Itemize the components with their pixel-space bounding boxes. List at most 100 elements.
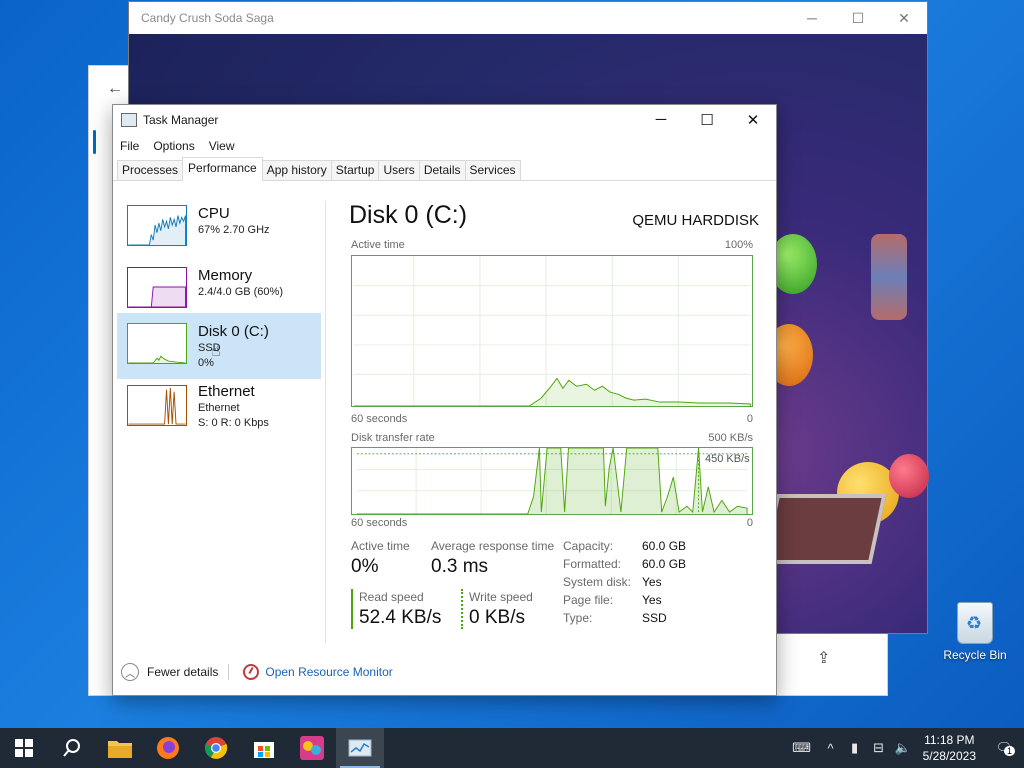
chevron-up-icon[interactable]: ︿ — [121, 663, 139, 681]
avg-response-label: Average response time — [431, 539, 555, 553]
folder-icon — [108, 741, 132, 758]
volume-muted-icon[interactable]: 🔈 — [891, 740, 915, 756]
resource-name: Memory — [198, 267, 253, 284]
prop-type-value: SSD — [642, 611, 667, 625]
menu-view[interactable]: View — [209, 139, 235, 153]
disk-model: QEMU HARDDISK — [632, 212, 759, 229]
maximize-button[interactable]: ☐ — [684, 111, 730, 129]
graph2-max: 500 KB/s — [708, 432, 753, 444]
resource-list: CPU 67% 2.70 GHz Memory 2.4/4.0 GB (60%)… — [117, 201, 323, 649]
notification-count: 1 — [1004, 746, 1016, 756]
maximize-button[interactable]: ☐ — [835, 10, 881, 27]
active-time-graph — [351, 255, 753, 407]
keyboard-icon[interactable]: ⌨ — [785, 740, 819, 756]
graph2-marker: 450 KB/s — [705, 453, 750, 465]
graph1-label: Active time — [351, 239, 405, 251]
search-button[interactable] — [48, 728, 96, 768]
clock-date: 5/28/2023 — [922, 749, 976, 763]
taskbar-store[interactable] — [240, 728, 288, 768]
resource-monitor-icon[interactable] — [243, 664, 260, 680]
nav-indicator — [93, 130, 96, 154]
search-icon — [63, 739, 80, 757]
windows-logo-icon — [15, 739, 33, 757]
close-button[interactable]: ✕ — [730, 111, 776, 129]
active-time-label: Active time — [351, 539, 410, 553]
tab-startup[interactable]: Startup — [330, 160, 380, 180]
resource-type: Ethernet — [198, 402, 240, 414]
menu-bar: File Options View — [113, 135, 776, 157]
clock[interactable]: 11:18 PM 5/28/2023 — [915, 732, 984, 764]
candy-crush-icon — [300, 736, 324, 760]
transfer-rate-graph — [351, 447, 753, 515]
taskbar: ⌨ ^ ▮ ⊟ 🔈 11:18 PM 5/28/2023 🗨 1 — [0, 728, 1024, 768]
active-time-value: 0% — [351, 556, 379, 577]
taskbar-firefox[interactable] — [144, 728, 192, 768]
network-icon[interactable]: ⊟ — [867, 740, 891, 756]
tab-users[interactable]: Users — [378, 160, 420, 180]
read-speed-value: 52.4 KB/s — [359, 607, 442, 628]
prop-system-disk-label: System disk: — [563, 575, 632, 589]
read-speed-label: Read speed — [359, 590, 424, 604]
footer-divider — [228, 664, 230, 680]
resource-name: CPU — [198, 205, 230, 222]
memory-thumbnail — [127, 267, 187, 308]
tab-app-history[interactable]: App history — [261, 160, 332, 180]
firefox-icon — [157, 737, 179, 759]
tab-strip: Processes Performance App history Startu… — [113, 157, 776, 181]
menu-options[interactable]: Options — [153, 139, 194, 153]
read-indicator — [351, 589, 353, 629]
graph1-time: 60 seconds — [351, 413, 408, 425]
start-button[interactable] — [0, 728, 48, 768]
taskbar-file-explorer[interactable] — [96, 728, 144, 768]
task-manager-icon — [121, 113, 137, 127]
task-manager-window[interactable]: Task Manager ─ ☐ ✕ File Options View Pro… — [112, 104, 777, 696]
close-button[interactable]: ✕ — [881, 10, 927, 27]
minimize-button[interactable]: ─ — [638, 111, 684, 129]
write-speed-value: 0 KB/s — [469, 607, 525, 628]
fewer-details-link[interactable]: Fewer details — [147, 665, 218, 679]
footer: ︿ Fewer details Open Resource Monitor — [121, 663, 393, 681]
graph2-label: Disk transfer rate — [351, 432, 435, 444]
resource-value: 67% 2.70 GHz — [198, 224, 270, 236]
chevron-up-icon[interactable]: ^ — [819, 741, 843, 756]
tab-details[interactable]: Details — [418, 160, 466, 180]
tm-title: Task Manager — [143, 113, 219, 127]
graph1-min: 0 — [746, 413, 753, 425]
store-icon — [254, 742, 274, 758]
recycle-bin-shortcut[interactable]: Recycle Bin — [942, 602, 1008, 662]
chrome-icon — [204, 737, 228, 759]
tm-title-bar[interactable]: Task Manager ─ ☐ ✕ — [113, 105, 776, 135]
tab-performance[interactable]: Performance — [182, 157, 263, 181]
tab-processes[interactable]: Processes — [117, 160, 184, 180]
tab-services[interactable]: Services — [464, 160, 521, 180]
menu-file[interactable]: File — [120, 139, 139, 153]
graph1-max: 100% — [724, 239, 753, 251]
candy-title-bar[interactable]: Candy Crush Soda Saga ─ ☐ ✕ — [129, 2, 927, 34]
detail-heading: Disk 0 (C:) — [349, 201, 468, 229]
resource-name: Disk 0 (C:) — [198, 323, 269, 340]
hourglass-icon — [871, 234, 907, 320]
avg-response-value: 0.3 ms — [431, 556, 489, 577]
resource-cpu[interactable]: CPU 67% 2.70 GHz — [117, 201, 321, 267]
taskbar-chrome[interactable] — [192, 728, 240, 768]
open-resource-monitor-link[interactable]: Open Resource Monitor — [265, 665, 392, 679]
prop-formatted-value: 60.0 GB — [642, 557, 687, 571]
prop-page-file-label: Page file: — [563, 593, 614, 607]
disk-thumbnail — [127, 323, 187, 364]
taskbar-candy-crush[interactable] — [288, 728, 336, 768]
resource-value: S: 0 R: 0 Kbps — [198, 417, 269, 429]
board-tile — [761, 494, 887, 564]
ethernet-thumbnail — [127, 385, 187, 426]
task-manager-icon — [348, 739, 372, 757]
taskbar-task-manager[interactable] — [336, 728, 384, 768]
share-icon[interactable]: ⇪ — [817, 648, 830, 668]
resource-disk[interactable]: Disk 0 (C:) SSD 0% ☝ — [117, 313, 321, 379]
resource-ethernet[interactable]: Ethernet Ethernet S: 0 R: 0 Kbps — [117, 379, 321, 445]
recycle-bin-icon — [957, 602, 993, 644]
hand-cursor-icon: ☝ — [211, 343, 221, 360]
back-arrow-icon[interactable]: ← — [107, 80, 123, 98]
notifications-button[interactable]: 🗨 1 — [984, 740, 1024, 756]
minimize-button[interactable]: ─ — [789, 10, 835, 27]
storage-icon[interactable]: ▮ — [843, 740, 867, 756]
resource-value: 2.4/4.0 GB (60%) — [198, 286, 283, 298]
